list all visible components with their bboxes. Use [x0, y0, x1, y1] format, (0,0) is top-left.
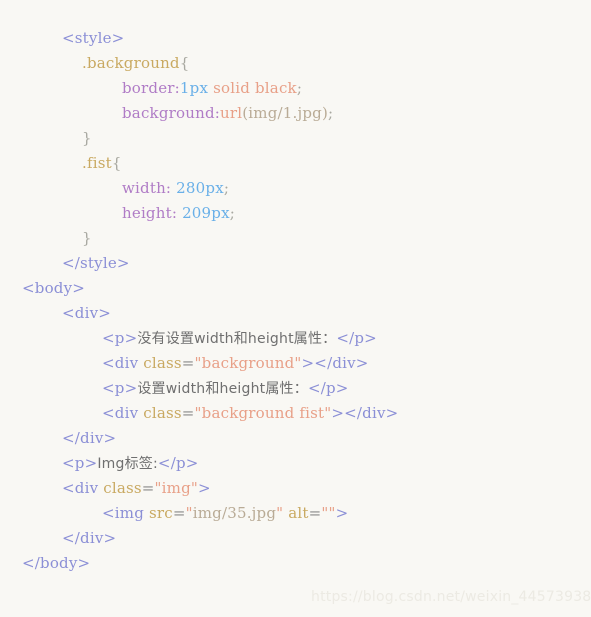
code-token-sel: class [143, 404, 182, 422]
code-line[interactable]: } [0, 126, 591, 151]
code-line[interactable]: background:url(img/1.jpg); [0, 101, 591, 126]
code-token-tag: </div> [314, 354, 369, 372]
code-line[interactable]: <p>Img标签:</p> [0, 451, 591, 476]
code-token-plain: = [181, 404, 195, 422]
code-line[interactable]: .background{ [0, 51, 591, 76]
code-token-tag: <div [102, 354, 144, 372]
code-token-punct: ; [229, 204, 236, 222]
code-token-num: 1px [179, 79, 209, 97]
code-token-punct: ; [296, 79, 303, 97]
code-line[interactable]: <style> [0, 26, 591, 51]
code-token-plain: = [181, 354, 195, 372]
code-token-sel: .fist [82, 154, 112, 172]
code-token-sel: class [103, 479, 142, 497]
code-token-plain: = [172, 504, 186, 522]
code-token-tag: <div [102, 404, 144, 422]
code-line[interactable]: <div class="img"> [0, 476, 591, 501]
code-token-prop: width: [122, 179, 177, 197]
code-token-str: url [220, 104, 243, 122]
code-line[interactable]: width: 280px; [0, 176, 591, 201]
code-line[interactable]: </style> [0, 251, 591, 276]
code-line[interactable]: </div> [0, 426, 591, 451]
code-token-str: " [185, 504, 193, 522]
code-token-tag: </p> [307, 379, 349, 397]
code-token-tag: </body> [22, 554, 91, 572]
code-token-punct: ; [328, 104, 334, 122]
code-token-tag: <img [102, 504, 149, 522]
code-token-tag: > [335, 504, 349, 522]
code-token-tag: <body> [22, 279, 86, 297]
code-token-tag: </div> [344, 404, 399, 422]
code-line[interactable]: } [0, 226, 591, 251]
code-token-path: img/35.jpg [192, 504, 277, 522]
code-token-str: "img" [154, 479, 198, 497]
code-token-prop: background: [122, 104, 221, 122]
code-token-text: 设置width和height属性： [137, 381, 308, 397]
code-token-punct: { [111, 154, 122, 172]
code-token-sel: src [148, 504, 173, 522]
code-token-tag: </p> [157, 454, 199, 472]
code-token-tag: </div> [62, 429, 117, 447]
code-token-num: 280px [176, 179, 224, 197]
code-token-tag: <div> [62, 304, 112, 322]
code-token-tag: <p> [102, 329, 138, 347]
code-line[interactable]: border:1px solid black; [0, 76, 591, 101]
code-line[interactable]: <p>设置width和height属性：</p> [0, 376, 591, 401]
code-token-num: 209px [182, 204, 230, 222]
code-token-tag: </div> [62, 529, 117, 547]
code-token-text: Img标签: [97, 456, 158, 472]
code-line[interactable]: <div> [0, 301, 591, 326]
watermark-csdn-url: https://blog.csdn.net/weixin_44573938 [311, 589, 591, 605]
code-token-tag: > [301, 354, 315, 372]
code-line[interactable]: </body> [0, 551, 591, 576]
code-token-plain: = [141, 479, 155, 497]
code-token-tag: </p> [336, 329, 377, 347]
code-token-tag: <div [62, 479, 104, 497]
code-line[interactable]: <div class="background"></div> [0, 351, 591, 376]
code-token-sel: alt [288, 504, 309, 522]
code-token-tag: <style> [62, 29, 125, 47]
code-token-str: solid black [213, 79, 297, 97]
code-token-str: "background fist" [194, 404, 332, 422]
code-token-path: (img/1.jpg) [242, 104, 328, 122]
code-token-punct: } [82, 129, 92, 147]
code-token-prop: height: [122, 204, 183, 222]
code-token-punct: { [179, 54, 190, 72]
code-token-sel: class [143, 354, 182, 372]
code-line[interactable]: <img src="img/35.jpg" alt=""> [0, 501, 591, 526]
code-token-tag: > [197, 479, 211, 497]
code-token-punct: ; [223, 179, 230, 197]
code-line[interactable]: .fist{ [0, 151, 591, 176]
code-token-plain: = [308, 504, 322, 522]
code-token-prop: border: [122, 79, 180, 97]
code-token-tag: <p> [62, 454, 98, 472]
code-token-text: 没有设置width和height属性： [137, 331, 337, 347]
code-line[interactable]: </div> [0, 526, 591, 551]
code-line[interactable]: <div class="background fist"></div> [0, 401, 591, 426]
code-line[interactable]: height: 209px; [0, 201, 591, 226]
code-token-tag: <p> [102, 379, 138, 397]
code-token-str: "background" [194, 354, 302, 372]
code-line[interactable]: <body> [0, 276, 591, 301]
code-token-tag: > [331, 404, 345, 422]
code-token-sel: .background [82, 54, 180, 72]
code-line[interactable]: <p>没有设置width和height属性：</p> [0, 326, 591, 351]
code-token-tag: </style> [62, 254, 130, 272]
code-listing[interactable]: <style> .background{border:1px solid blac… [0, 26, 591, 576]
code-token-str: "" [321, 504, 336, 522]
code-token-punct: } [82, 229, 92, 247]
